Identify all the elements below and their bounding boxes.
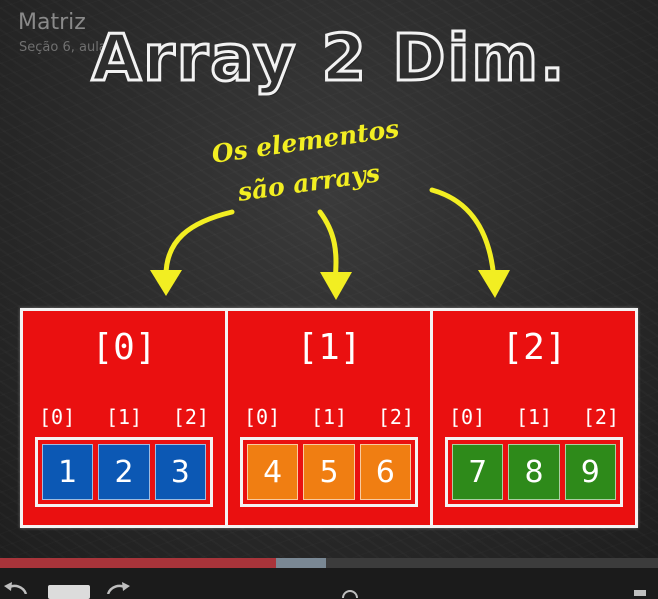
row-cell-0: [0] [0] [1] [2] 1 2 3 <box>23 311 228 525</box>
inner-array: 4 5 6 <box>240 437 418 507</box>
row-index: [2] <box>501 327 567 368</box>
inner-index: [0] <box>244 405 281 429</box>
value-cell: 4 <box>247 444 299 500</box>
inner-index: [0] <box>449 405 486 429</box>
inner-index-labels: [0] [1] [2] <box>449 405 619 429</box>
progress-bar[interactable] <box>0 558 658 568</box>
value-cell: 6 <box>359 444 411 500</box>
arrow-middle <box>317 209 339 283</box>
inner-index: [0] <box>39 405 76 429</box>
arrow-right <box>429 187 497 283</box>
value-cell: 3 <box>154 444 206 500</box>
arrow-left <box>163 209 235 281</box>
playback-speed-button[interactable] <box>48 585 90 599</box>
row-cell-1: [1] [0] [1] [2] 4 5 6 <box>228 311 433 525</box>
player-controls <box>0 568 658 599</box>
fullscreen-icon[interactable] <box>634 590 646 596</box>
inner-index: [1] <box>515 405 553 429</box>
inner-index: [2] <box>377 405 414 429</box>
progress-played <box>0 558 276 568</box>
value-cell: 7 <box>452 444 504 500</box>
inner-index: [1] <box>310 405 348 429</box>
arrowhead-right <box>478 270 510 298</box>
outer-array: [0] [0] [1] [2] 1 2 3 [1] [0] [1] [2] 4 … <box>20 308 638 528</box>
volume-icon[interactable] <box>342 590 358 598</box>
inner-index: [2] <box>582 405 619 429</box>
value-cell: 2 <box>98 444 150 500</box>
value-cell: 9 <box>564 444 616 500</box>
inner-index: [1] <box>105 405 143 429</box>
rewind-icon[interactable] <box>4 578 34 594</box>
value-cell: 1 <box>42 444 94 500</box>
inner-array: 7 8 9 <box>445 437 623 507</box>
row-index: [1] <box>296 327 362 368</box>
arrowhead-left <box>150 270 182 296</box>
arrows-drawing <box>150 187 510 300</box>
inner-index: [2] <box>172 405 209 429</box>
value-cell: 8 <box>508 444 560 500</box>
row-cell-2: [2] [0] [1] [2] 7 8 9 <box>433 311 635 525</box>
video-frame[interactable]: Matriz Seção 6, aula Array 2 Dim. Os ele… <box>0 0 658 558</box>
inner-index-labels: [0] [1] [2] <box>39 405 209 429</box>
inner-array: 1 2 3 <box>35 437 213 507</box>
row-index: [0] <box>91 327 157 368</box>
forward-icon[interactable] <box>104 578 134 594</box>
arrowhead-middle <box>320 272 352 300</box>
inner-index-labels: [0] [1] [2] <box>244 405 414 429</box>
value-cell: 5 <box>303 444 355 500</box>
